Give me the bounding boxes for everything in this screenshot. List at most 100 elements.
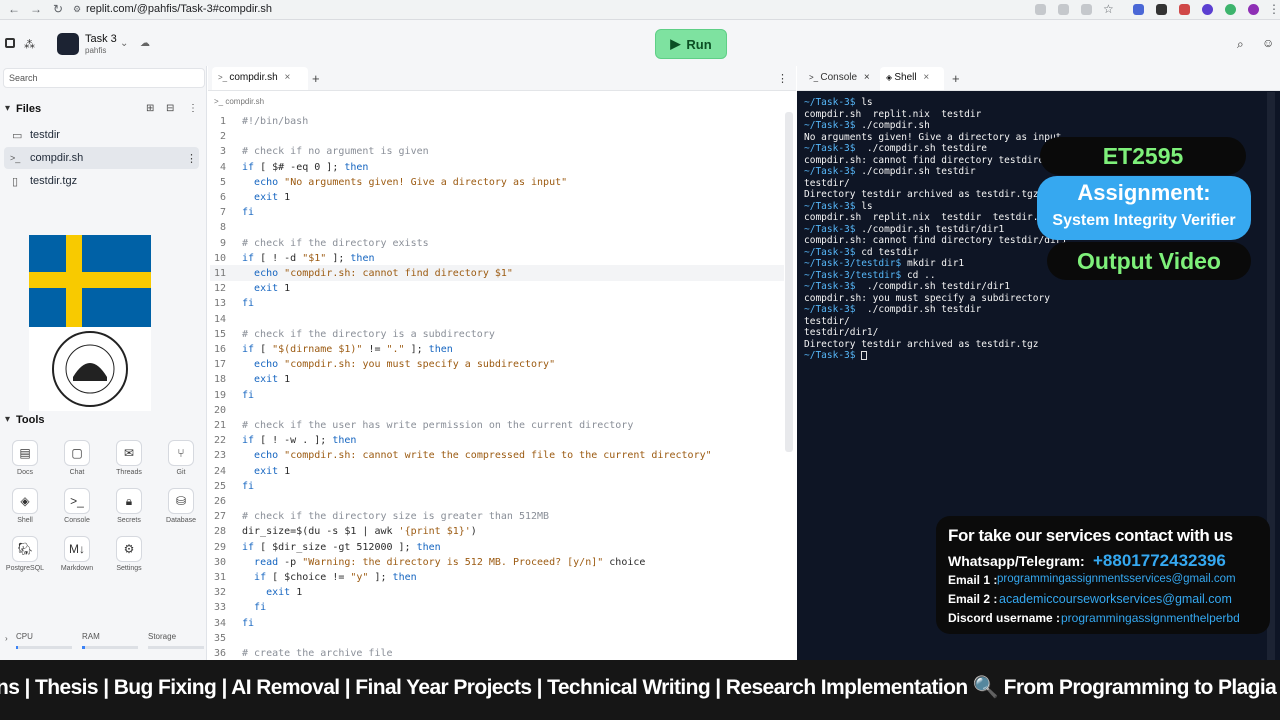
tab-shell[interactable]: ◈ Shell × [880, 67, 944, 90]
terminal-cursor [861, 351, 868, 360]
menu-icon[interactable]: ⋮ [188, 103, 198, 114]
lock-icon: 🔒︎ [116, 488, 142, 514]
code-line: 26 [213, 496, 226, 507]
terminal-line: testdir/ [804, 177, 850, 189]
gear-icon: ⚙ [116, 536, 142, 562]
terminal-line: Directory testdir archived as testdir.tg… [804, 189, 1039, 200]
add-tab-icon[interactable]: + [952, 71, 960, 86]
account-icon[interactable]: ☺ [1262, 36, 1274, 50]
extension-icon[interactable] [1133, 4, 1144, 15]
tool-database[interactable]: ⛁ Database [161, 488, 201, 524]
shell-icon: ◈ [12, 488, 38, 514]
storage-label: Storage [148, 632, 177, 641]
search-icon[interactable]: ⌕ [1237, 37, 1244, 52]
chevron-right-icon[interactable]: › [5, 634, 8, 643]
site-info-icon[interactable]: ⚙ [73, 4, 81, 15]
storage-bar [148, 646, 204, 649]
code-line: 28 dir_size=$(du -s $1 | awk '{print $1}'… [213, 526, 477, 538]
tool-postgresql[interactable]: 🐘︎ PostgreSQL [5, 536, 45, 572]
code-line: 31 if [ $choice != "y" ]; then [213, 572, 417, 583]
tool-threads[interactable]: ✉ Threads [109, 440, 149, 476]
code-line: 36 # create the archive file [213, 648, 393, 659]
tab-compdir[interactable]: >_ compdir.sh × [212, 67, 308, 90]
file-item-testdir[interactable]: ▭ testdir [4, 124, 199, 146]
back-icon[interactable]: ← [8, 2, 20, 16]
chevron-down-icon[interactable]: ▾ [5, 103, 10, 114]
tool-markdown[interactable]: M↓ Markdown [57, 536, 97, 572]
terminal-line: compdir.sh: you must specify a subdirect… [804, 292, 1050, 304]
code-line: 34 fi [213, 617, 255, 629]
forward-icon[interactable]: → [30, 2, 42, 16]
star-icon[interactable]: ☆ [1103, 2, 1114, 16]
tool-shell[interactable]: ◈ Shell [5, 488, 45, 524]
terminal-line: ~/Task-3$ ./compdir.sh testdir/dir1 [804, 223, 1005, 235]
file-item-compdir[interactable]: >_ compdir.sh ⋮ [4, 147, 199, 169]
add-tab-icon[interactable]: + [312, 71, 320, 86]
code-line: 35 [213, 632, 226, 644]
terminal-line: ~/Task-3$ ./compdir.sh testdir [804, 304, 982, 315]
folder-icon: ▭ [12, 129, 23, 142]
tool-console[interactable]: >_ Console [57, 488, 97, 524]
tool-secrets[interactable]: 🔒︎ Secrets [109, 488, 149, 524]
tool-docs[interactable]: ▤ Docs [5, 440, 45, 476]
files-heading: Files [16, 103, 42, 115]
close-icon[interactable]: × [923, 72, 929, 83]
code-line: 16 if [ "$(dirname $1)" != "." ]; then [213, 344, 453, 355]
extension-icon[interactable] [1202, 4, 1213, 15]
extension-icon[interactable] [1156, 4, 1167, 15]
terminal-line: ~/Task-3$ ./compdir.sh testdir/dir1 [804, 281, 1010, 292]
code-line: 5 echo "No arguments given! Give a direc… [219, 176, 568, 188]
workspace-icon[interactable]: ⁂ [24, 38, 35, 51]
tool-git[interactable]: ⑂ Git [161, 440, 201, 476]
terminal-line: ~/Task-3$ ./compdir.sh [804, 120, 930, 131]
tab-console[interactable]: >_ Console × [803, 67, 877, 90]
address-bar[interactable]: replit.com/@pahfis/Task-3#compdir.sh [86, 3, 272, 15]
extension-icon[interactable] [1035, 4, 1046, 15]
ticker-banner: ns | Thesis | Bug Fixing | AI Removal | … [0, 660, 1280, 720]
code-line: 9 # check if the directory exists [219, 237, 429, 249]
sidebar-toggle-icon[interactable] [5, 38, 15, 48]
reload-icon[interactable]: ↻ [53, 2, 63, 16]
code-line: 21 # check if the user has write permissi… [213, 420, 634, 431]
editor-scrollbar[interactable] [785, 112, 793, 452]
chevron-down-icon[interactable]: ▾ [5, 414, 10, 425]
terminal-line: ~/Task-3$ ./compdir.sh testdir [804, 166, 976, 177]
markdown-icon: M↓ [64, 536, 90, 562]
share-icon[interactable] [1081, 4, 1092, 15]
close-icon[interactable]: × [864, 72, 870, 83]
code-line: 20 [213, 404, 226, 416]
email-1: programmingassignmentsservices@gmail.com [997, 573, 1236, 585]
chevron-down-icon[interactable]: ⌄ [120, 38, 128, 49]
cpu-label: CPU [16, 632, 33, 641]
profile-icon[interactable] [1248, 4, 1259, 15]
contact-card: For take our services contact with us Wh… [936, 516, 1270, 634]
file-item-testdir-tgz[interactable]: ▯ testdir.tgz [4, 170, 199, 192]
git-icon: ⑂ [168, 440, 194, 466]
new-folder-icon[interactable]: ⊟ [166, 103, 174, 114]
cpu-bar [16, 646, 72, 649]
code-line: 2 [219, 131, 226, 143]
new-file-icon[interactable]: ⊞ [146, 103, 154, 114]
tool-chat[interactable]: ▢ Chat [57, 440, 97, 476]
menu-icon[interactable]: ⋮ [777, 72, 788, 85]
terminal-line: ~/Task-3$ ls [804, 97, 873, 108]
project-avatar[interactable] [57, 33, 79, 55]
extension-icon[interactable] [1058, 4, 1069, 15]
project-name[interactable]: Task 3 [85, 33, 117, 45]
menu-icon[interactable]: ⋮ [186, 152, 197, 165]
tool-settings[interactable]: ⚙ Settings [109, 536, 149, 572]
terminal-line: compdir.sh: cannot find directory testdi… [804, 235, 1068, 246]
terminal-line: compdir.sh: cannot find directory testdi… [804, 154, 1045, 166]
code-line: 1 #!/bin/bash [219, 116, 309, 127]
extension-icon[interactable] [1179, 4, 1190, 15]
terminal-line: compdir.sh replit.nix testdir testdir.tg… [804, 212, 1056, 223]
console-icon: >_ [64, 488, 90, 514]
close-icon[interactable]: × [284, 72, 290, 83]
assignment-badge: Assignment: System Integrity Verifier [1037, 176, 1251, 240]
search-input[interactable]: Search [3, 68, 205, 88]
terminal-file-icon: >_ [218, 73, 230, 82]
run-button[interactable]: ▶ Run [655, 29, 727, 59]
menu-icon[interactable]: ⋮ [1268, 2, 1280, 16]
code-line: 18 exit 1 [213, 374, 291, 386]
extension-icon[interactable] [1225, 4, 1236, 15]
